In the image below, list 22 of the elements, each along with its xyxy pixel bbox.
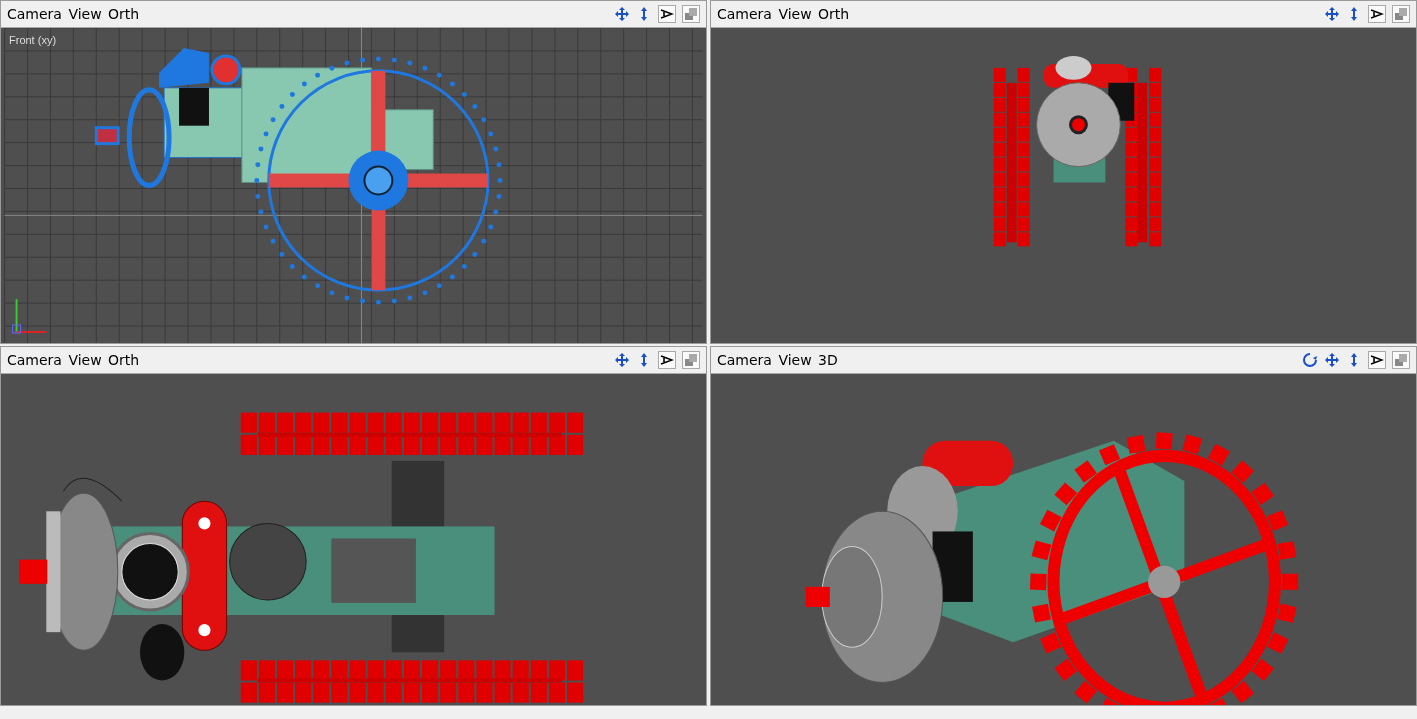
axis-gizmo-icon [12, 298, 48, 334]
viewport-canvas[interactable]: Front (xy) [1, 28, 706, 343]
maximize-icon[interactable] [682, 351, 700, 369]
viewport-canvas[interactable] [1, 374, 706, 705]
viewport-title: Camera View Orth [717, 6, 851, 22]
pan-icon[interactable] [1324, 352, 1340, 368]
camera-icon[interactable] [1368, 351, 1386, 369]
maximize-icon[interactable] [682, 5, 700, 23]
maximize-icon[interactable] [1392, 5, 1410, 23]
pan-icon[interactable] [614, 352, 630, 368]
maximize-icon[interactable] [1392, 351, 1410, 369]
orbit-icon[interactable] [1302, 352, 1318, 368]
viewport-canvas[interactable] [711, 28, 1416, 343]
viewport-title: Camera View Orth [7, 352, 141, 368]
pan-icon[interactable] [614, 6, 630, 22]
viewport-title: Camera View 3D [717, 352, 839, 368]
viewport-title: Camera View Orth [7, 6, 141, 22]
camera-icon[interactable] [658, 351, 676, 369]
camera-icon[interactable] [658, 5, 676, 23]
camera-icon[interactable] [1368, 5, 1386, 23]
pan-icon[interactable] [1324, 6, 1340, 22]
view-label: Front (xy) [9, 34, 57, 46]
